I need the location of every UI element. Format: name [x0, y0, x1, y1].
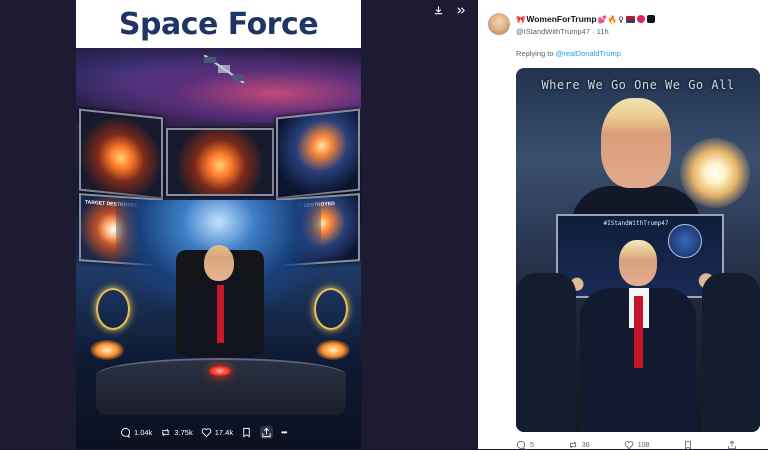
woman-emoji: ♀: [618, 14, 624, 24]
hearts-emoji: 💕: [597, 14, 607, 24]
seated-figure-tie: [217, 285, 224, 343]
reply-count: 1.04k: [134, 427, 153, 437]
flag-icon: [625, 15, 635, 23]
space-force-seal: [668, 224, 702, 258]
right-emblem: [314, 288, 348, 330]
reply-tweet: 🎀 WomenForTrump 💕 🔥 ♀ @IStandWithTrump47…: [478, 0, 768, 450]
tweet-reply-count: 5: [530, 441, 534, 449]
download-button[interactable]: [430, 2, 447, 19]
image-banner: Space Force: [76, 0, 361, 48]
no-entry-icon: [636, 15, 645, 23]
viewer-action-bar: 1.04k 3.75k 17.4k •••: [76, 420, 361, 444]
standing-figure-tie: [634, 296, 643, 368]
download-icon: [434, 6, 443, 15]
retweet-icon: [162, 428, 170, 436]
like-icon: [201, 427, 211, 437]
image-caption: Where We Go One We Go All: [541, 78, 735, 92]
viewer-like-button[interactable]: 17.4k: [201, 427, 233, 438]
left-emblem: [96, 288, 130, 330]
fire-emoji: 🔥: [607, 14, 618, 24]
share-icon: [262, 427, 271, 437]
handle-line: @IStandWithTrump47 · 11h: [516, 27, 609, 36]
viewer-retweet-button[interactable]: 3.75k: [160, 427, 193, 438]
banner-title: Space Force: [118, 6, 319, 42]
standing-figure-face: [619, 240, 657, 286]
tweet-retweet-count: 36: [581, 441, 590, 449]
viewer-more-button[interactable]: •••: [281, 427, 287, 437]
viewer-bookmark-button[interactable]: [241, 427, 252, 438]
tweet-like-count: 108: [637, 441, 650, 449]
soldier-left: [516, 273, 576, 432]
sun-glow: [680, 138, 750, 208]
viewer-share-button[interactable]: [260, 425, 274, 439]
flare-right: [316, 340, 350, 360]
timestamp[interactable]: 11h: [597, 27, 609, 36]
red-button: [209, 366, 231, 376]
post-image[interactable]: Space Force TARGET DESTROYED TARGET DEST…: [76, 0, 361, 449]
handle[interactable]: @IStandWithTrump47: [516, 27, 590, 36]
tweet-image[interactable]: Where We Go One We Go All #IStandWithTru…: [516, 68, 760, 432]
flare-left: [90, 340, 124, 360]
bookmark-icon: [243, 427, 250, 437]
monitor-explosion-2: [166, 128, 274, 196]
media-viewer: Space Force TARGET DESTROYED TARGET DEST…: [0, 0, 478, 449]
ribbon-emoji: 🎀: [516, 14, 526, 24]
soldier-right: [702, 273, 760, 432]
avatar[interactable]: [488, 13, 510, 35]
reply-icon: [121, 427, 131, 438]
satellite-icon: [204, 55, 244, 83]
seated-figure-head: [204, 245, 234, 281]
display-name-text: WomenForTrump: [526, 14, 597, 24]
expand-button[interactable]: [452, 2, 469, 19]
reply-prefix: Replying to: [516, 49, 554, 58]
more-icon: •••: [281, 427, 287, 437]
retweet-count: 3.75k: [174, 427, 193, 437]
like-count: 17.4k: [214, 427, 234, 437]
monitor-explosion-3: [276, 108, 360, 200]
expand-icon: [457, 7, 465, 14]
replying-to: Replying to @realDonaldTrump: [516, 49, 621, 58]
display-name[interactable]: 🎀 WomenForTrump 💕 🔥 ♀: [516, 14, 655, 24]
portrait-face: [601, 98, 671, 188]
checkmark-badge-icon: [646, 15, 655, 23]
viewer-reply-button[interactable]: 1.04k: [120, 427, 152, 438]
reply-mention-link[interactable]: @realDonaldTrump: [556, 49, 621, 58]
monitor-explosion-1: [79, 108, 163, 200]
